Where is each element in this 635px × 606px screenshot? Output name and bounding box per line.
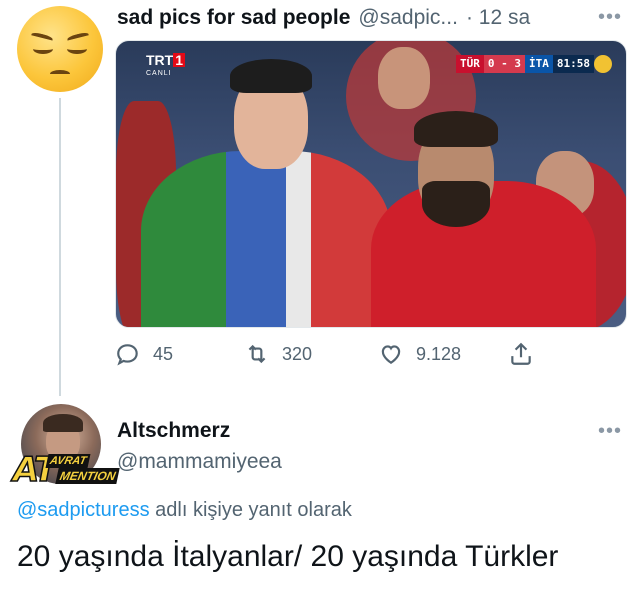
reply-count: 45 [153,343,174,364]
retweet-button[interactable]: 320 [244,338,312,370]
tweet-action-bar: 45 320 9.128 [115,338,545,370]
avatar-eye-right [67,44,87,54]
replying-to-mention-link[interactable]: @sadpicturess [17,499,150,521]
reply-handle[interactable]: @mammamiyeea [117,450,282,474]
parent-timestamp[interactable]: · 12 sa [466,6,530,30]
thread-connector-line [59,98,61,396]
avatar-brow-left [30,31,54,43]
scoreboard-clock: 81:58 [552,55,594,73]
heart-icon [381,345,401,364]
scoreboard-score: 0 - 3 [483,55,525,73]
pensive-face-avatar-icon[interactable] [17,6,103,92]
fan-italy-flag-body [141,151,391,327]
fan-italy-cap [230,59,312,93]
avatar-eye-left [33,44,53,54]
scoreboard-home-team: TÜR [456,55,484,73]
reply-more-options-icon[interactable]: ••• [598,420,622,443]
reply-button[interactable]: 45 [115,338,173,370]
avatar-badge-line2: MENTION [55,468,121,484]
broadcaster-live-label: CANLI [146,70,172,77]
more-options-icon[interactable]: ••• [598,6,622,29]
avatar-badge-line1: AVRAT [45,454,91,468]
scoreboard-away-team: İTA [525,55,553,73]
replying-to-line: @sadpicturess adlı kişiye yanıt olarak [17,499,352,522]
scoreboard: TÜR 0 - 3 İTA 81:58 [456,55,612,73]
tweet-photo[interactable]: TRT 1 CANLI TÜR 0 - 3 İTA 81:58 [115,40,627,328]
parent-handle[interactable]: @sadpic... [358,6,458,30]
background-fan-head [378,47,430,109]
avatar-mouth [50,70,70,78]
share-icon [511,342,531,365]
retweet-count: 320 [282,343,313,364]
like-button[interactable]: 9.128 [378,338,461,370]
reply-author-avatar[interactable]: AT AVRAT MENTION [12,404,121,500]
tournament-ball-icon [594,55,612,73]
parent-tweet-header: sad pics for sad people @sadpic... · 12 … [117,4,621,32]
reply-display-name[interactable]: Altschmerz [117,419,230,443]
broadcaster-logo: TRT 1 CANLI [146,52,186,81]
replying-to-suffix: adlı kişiye yanıt olarak [149,499,352,521]
retweet-icon [248,344,266,364]
fan-turkey-beard [422,181,490,227]
reply-tweet-text: 20 yaşında İtalyanlar/ 20 yaşında Türkle… [17,540,559,573]
share-button[interactable] [508,338,546,370]
avatar-logo-badge: AT AVRAT MENTION [12,451,121,492]
avatar-brow-right [66,31,90,43]
like-count: 9.128 [416,343,462,364]
avatar-hair [43,414,83,432]
parent-display-name[interactable]: sad pics for sad people [117,6,350,30]
broadcaster-logo-number: 1 [173,52,186,68]
fan-turkey-hair [414,111,498,147]
broadcaster-logo-text: TRT [146,52,174,68]
reply-icon [117,344,138,366]
